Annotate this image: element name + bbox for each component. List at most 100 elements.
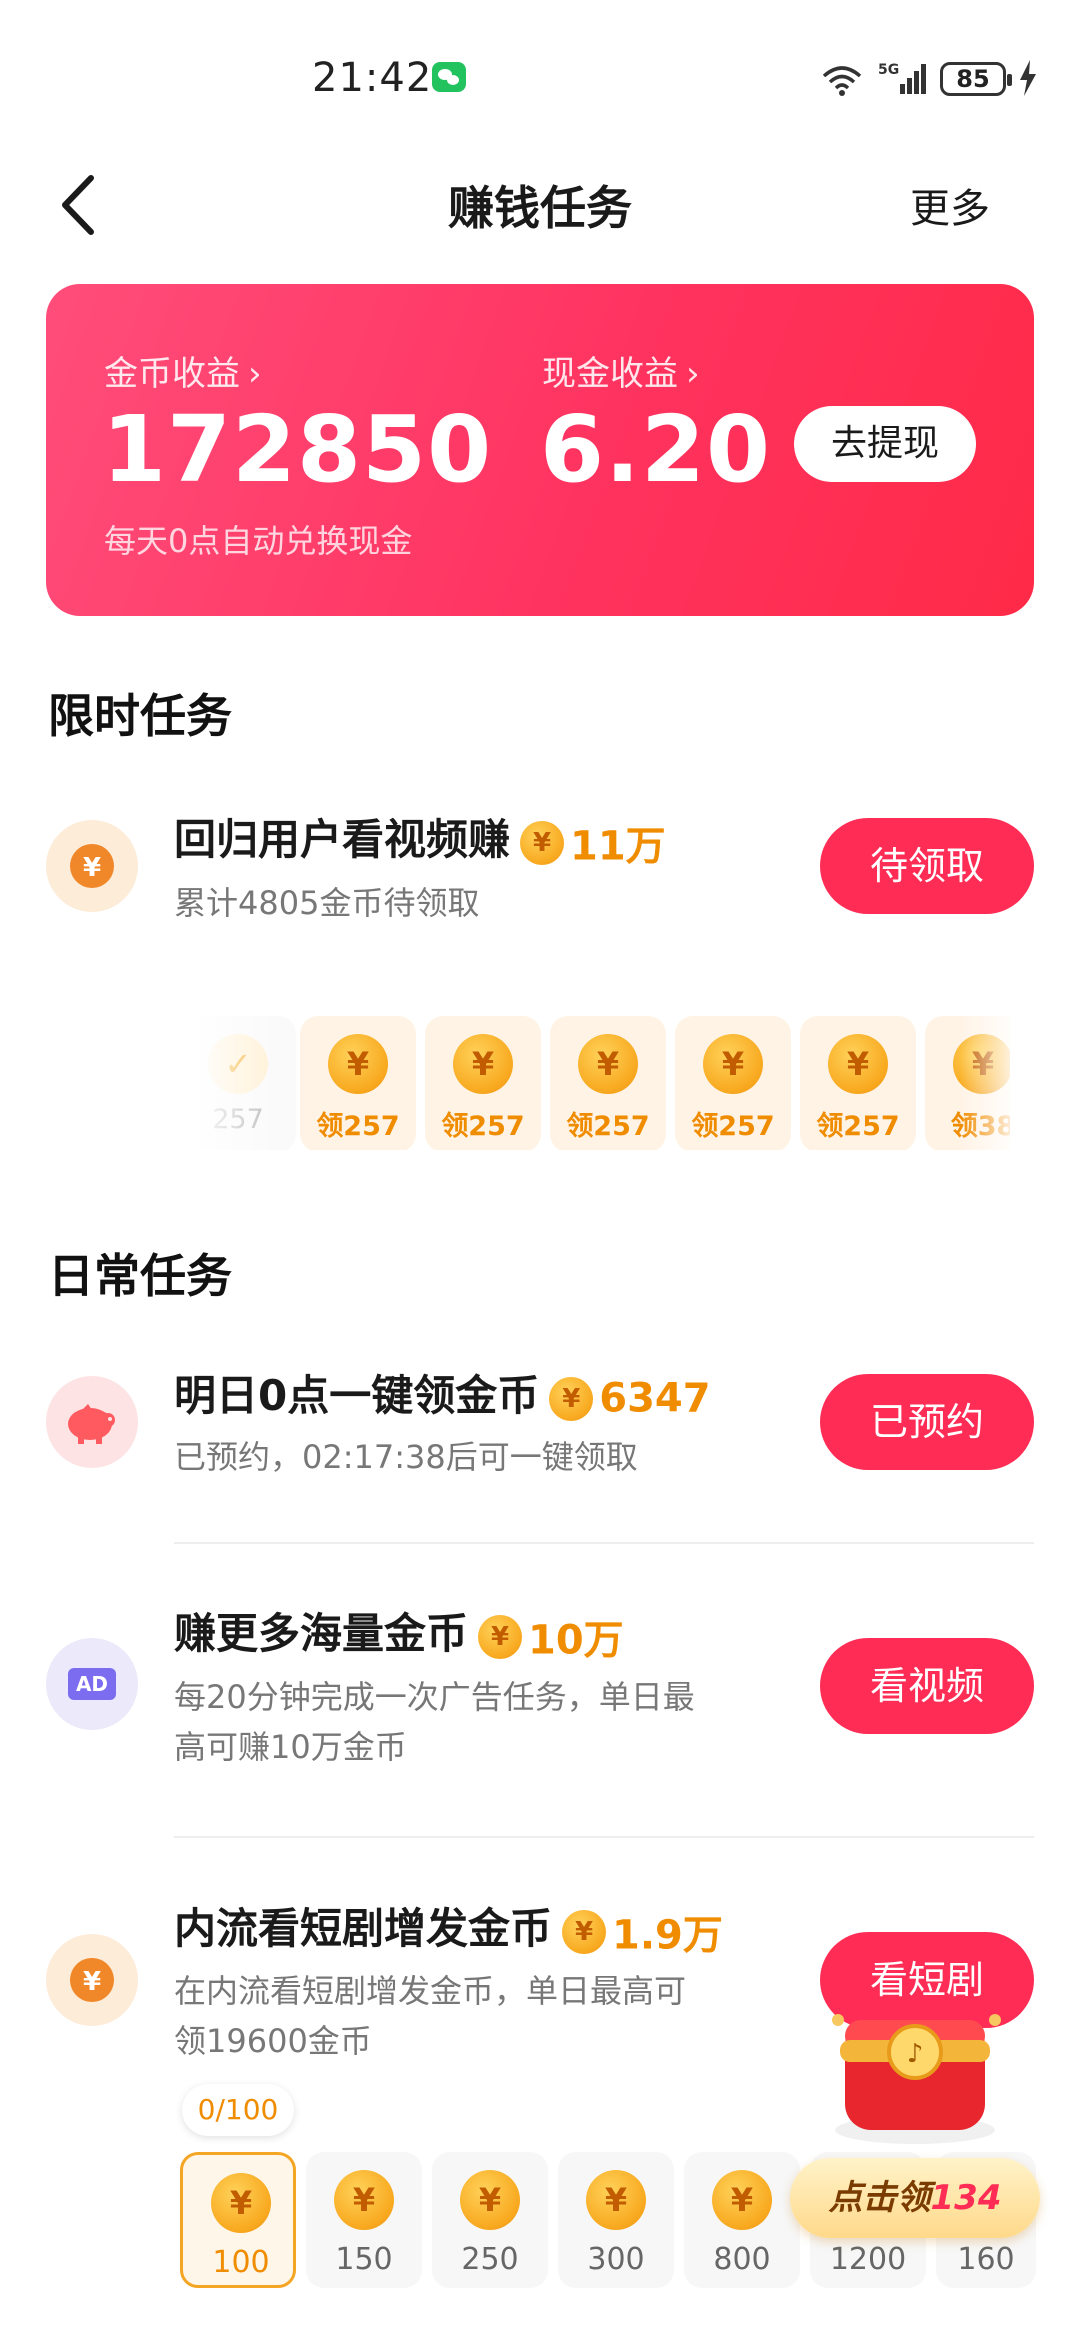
yuan-coin-icon: ¥	[70, 844, 114, 888]
auto-exchange-note: 每天0点自动兑换现金	[104, 522, 413, 560]
click-claim-prefix: 点击领	[828, 2178, 931, 2218]
step-label: 300	[587, 2242, 645, 2277]
task-title-text: 内流看短剧增发金币	[174, 1904, 553, 1953]
task-description: 已预约，02:17:38后可一键领取	[174, 1438, 638, 1476]
coin-earnings-link[interactable]: 金币收益 ›	[104, 346, 262, 395]
chevron-right-icon: ›	[248, 354, 262, 394]
step-label: 150	[335, 2242, 393, 2277]
task-reward: 1.9万	[612, 1912, 723, 1959]
withdraw-button[interactable]: 去提现	[794, 406, 976, 482]
svg-text:♪: ♪	[907, 2039, 924, 2069]
coin-icon: ¥	[520, 820, 565, 865]
task-reward: 11万	[570, 823, 666, 870]
step-label: 100	[212, 2245, 270, 2280]
treasure-chest-icon: ♪	[832, 2014, 1001, 2144]
signal-5g-icon: 5G	[878, 62, 926, 94]
chevron-right-icon: ›	[686, 354, 700, 394]
progress-bubble: 0/100	[182, 2084, 294, 2136]
charging-bolt-icon	[1020, 60, 1036, 96]
step-item[interactable]: ¥ 100	[180, 2152, 296, 2288]
cash-earnings-label: 现金收益	[542, 354, 678, 394]
divider	[174, 1542, 1034, 1544]
claim-item[interactable]: ¥ 领257	[675, 1016, 791, 1150]
limited-tasks-heading: 限时任务	[48, 689, 232, 743]
svg-text:5G: 5G	[878, 62, 899, 78]
coin-icon: ¥	[549, 1376, 594, 1421]
wifi-icon	[822, 66, 862, 96]
yuan-coin-icon: ¥	[334, 2170, 394, 2230]
claim-item-label: 领257	[816, 1111, 900, 1142]
task-title-text: 回归用户看视频赚	[174, 815, 511, 864]
task-title: 赚更多海量金币 ¥10万	[174, 1600, 624, 1666]
yuan-coin-icon: ¥	[211, 2173, 271, 2233]
task-icon-ad: AD	[46, 1638, 138, 1730]
yuan-coin-icon: ¥	[828, 1034, 888, 1094]
ad-badge-icon: AD	[68, 1668, 116, 1700]
coin-earnings-label: 金币收益	[104, 354, 240, 394]
task-description-line: 高可赚10万金币	[174, 1728, 407, 1766]
reserved-button[interactable]: 已预约	[820, 1374, 1034, 1470]
svg-text:¥: ¥	[83, 1967, 101, 1997]
task-icon-short-drama: ¥	[46, 1934, 138, 2026]
earnings-card: 金币收益 › 172850 现金收益 › 6.20 每天0点自动兑换现金 去提现	[46, 284, 1034, 616]
claim-reward-strip[interactable]: ✓ 257 ¥ 领257 ¥ 领257 ¥ 领257 ¥ 领257 ¥ 领257…	[200, 1010, 1010, 1150]
claim-item-label: 领257	[691, 1111, 775, 1142]
coin-earnings-value: 172850	[102, 396, 493, 503]
task-reward: 6347	[599, 1375, 711, 1422]
task-description-line: 每20分钟完成一次广告任务，单日最	[174, 1678, 695, 1716]
daily-tasks-heading: 日常任务	[48, 1249, 232, 1303]
yuan-coin-icon: ¥	[460, 2170, 520, 2230]
svg-text:AD: AD	[76, 1672, 108, 1696]
claim-item[interactable]: ¥ 领257	[800, 1016, 916, 1150]
click-claim-number: 134	[930, 2178, 1002, 2218]
cash-earnings-link[interactable]: 现金收益 ›	[542, 346, 700, 395]
task-title: 内流看短剧增发金币 ¥1.9万	[174, 1895, 723, 1961]
yuan-coin-icon: ¥	[328, 1034, 388, 1094]
task-description: 在内流看短剧增发金币，单日最高可 领19600金币	[174, 1966, 686, 2066]
task-title: 明日0点一键领金币 ¥6347	[174, 1362, 711, 1423]
yuan-coin-icon: ¥	[586, 2170, 646, 2230]
status-time: 21:42	[312, 55, 433, 101]
task-description-line: 领19600金币	[174, 2022, 372, 2060]
strip-fade-right	[960, 1000, 1020, 1160]
strip-fade-left	[190, 1000, 280, 1160]
yuan-coin-icon: ¥	[712, 2170, 772, 2230]
yuan-coin-icon: ¥	[453, 1034, 513, 1094]
step-item[interactable]: ¥ 150	[306, 2152, 422, 2288]
divider	[174, 1836, 1034, 1838]
coin-icon: ¥	[562, 1909, 607, 1954]
cash-earnings-value: 6.20	[540, 396, 771, 503]
task-title-text: 赚更多海量金币	[174, 1609, 469, 1658]
click-claim-label: 点击领134	[790, 2158, 1040, 2238]
task-reward: 10万	[528, 1617, 624, 1664]
floating-reward-widget[interactable]: ♪ 点击领134	[780, 1980, 1050, 2300]
claim-item[interactable]: ¥ 领257	[300, 1016, 416, 1150]
status-bar: 21:42 5G 85	[0, 0, 1080, 150]
battery-indicator: 85	[940, 62, 1012, 96]
claim-item[interactable]: ¥ 领257	[425, 1016, 541, 1150]
yuan-coin-icon: ¥	[703, 1034, 763, 1094]
coin-icon: ¥	[478, 1614, 523, 1659]
yuan-coin-icon: ¥	[578, 1034, 638, 1094]
yuan-coin-icon: ¥	[70, 1958, 114, 2002]
task-title: 回归用户看视频赚 ¥11万	[174, 806, 666, 872]
claim-item-label: 领257	[441, 1111, 525, 1142]
task-icon-returning-user: ¥	[46, 820, 138, 912]
step-item[interactable]: ¥ 300	[558, 2152, 674, 2288]
piggy-bank-icon	[68, 1404, 115, 1444]
step-label: 250	[461, 2242, 519, 2277]
claim-item-label: 领257	[316, 1111, 400, 1142]
svg-text:¥: ¥	[83, 853, 101, 883]
task-title-text: 明日0点一键领金币	[174, 1371, 540, 1420]
claim-item[interactable]: ¥ 领257	[550, 1016, 666, 1150]
more-button[interactable]: 更多	[910, 176, 990, 234]
task-icon-piggy	[46, 1376, 138, 1468]
task-description-line: 在内流看短剧增发金币，单日最高可	[174, 1972, 687, 2010]
task-description: 每20分钟完成一次广告任务，单日最 高可赚10万金币	[174, 1672, 695, 1772]
step-item[interactable]: ¥ 250	[432, 2152, 548, 2288]
watch-video-button[interactable]: 看视频	[820, 1638, 1034, 1734]
claim-pending-button[interactable]: 待领取	[820, 818, 1034, 914]
claim-item-label: 领257	[566, 1111, 650, 1142]
wechat-notification-icon	[432, 62, 466, 92]
task-description: 累计4805金币待领取	[174, 884, 480, 922]
